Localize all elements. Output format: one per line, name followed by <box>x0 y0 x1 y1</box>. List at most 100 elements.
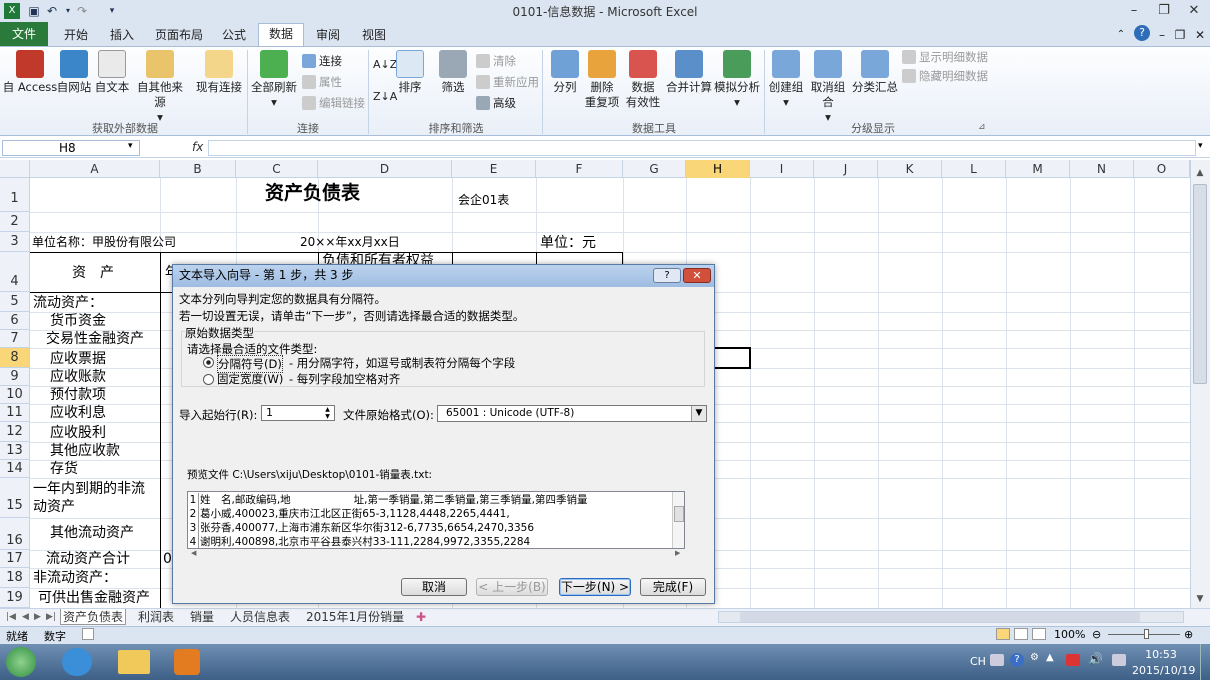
cell-a11[interactable]: 应收利息 <box>50 404 106 422</box>
row-header[interactable]: 5 <box>0 292 30 312</box>
tab-insert[interactable]: 插入 <box>102 25 142 46</box>
column-header[interactable]: A <box>30 160 160 178</box>
workbook-minimize-button[interactable]: – <box>1154 25 1170 46</box>
hide-detail-button[interactable]: 隐藏明细数据 <box>902 67 988 85</box>
row-header-selected[interactable]: 8 <box>0 348 30 368</box>
cell-a6[interactable]: 货币资金 <box>50 312 106 330</box>
column-header[interactable]: B <box>160 160 236 178</box>
tab-page-layout[interactable]: 页面布局 <box>150 25 208 46</box>
cell-a18[interactable]: 非流动资产： <box>33 569 117 587</box>
from-web-button[interactable]: 自网站 <box>56 50 92 95</box>
minimize-button[interactable]: – <box>1122 2 1146 20</box>
expand-formula-bar-icon[interactable]: ▾ <box>1198 141 1203 151</box>
input-language[interactable]: CH <box>970 655 986 668</box>
column-header[interactable]: I <box>750 160 814 178</box>
connections-button[interactable]: 连接 <box>302 52 342 70</box>
preview-vertical-scrollbar[interactable] <box>672 492 684 548</box>
preview-scroll-thumb[interactable] <box>674 506 684 522</box>
row-header[interactable]: 19 <box>0 588 30 608</box>
column-header[interactable]: M <box>1006 160 1070 178</box>
row-header[interactable]: 7 <box>0 330 30 348</box>
back-button[interactable]: < 上一步(B) <box>476 578 548 596</box>
existing-connections-button[interactable]: 现有连接 <box>194 50 244 95</box>
column-header[interactable]: G <box>623 160 686 178</box>
cell-a5[interactable]: 流动资产： <box>33 294 103 312</box>
sheet-nav-first-icon[interactable]: |◀ <box>4 609 18 625</box>
help-tray-icon[interactable]: ? <box>1010 653 1024 667</box>
workbook-close-button[interactable]: ✕ <box>1192 25 1208 46</box>
tray-options-icon[interactable]: ⚙ <box>1030 652 1039 663</box>
file-explorer-icon[interactable] <box>118 650 150 674</box>
zoom-slider-thumb[interactable] <box>1144 629 1149 639</box>
data-validation-button[interactable]: 数据 有效性 <box>622 50 664 110</box>
row-header[interactable]: 4 <box>0 252 30 292</box>
cell-a9[interactable]: 应收账款 <box>50 368 106 386</box>
sheet-tab[interactable]: 利润表 <box>136 609 176 625</box>
tab-view[interactable]: 视图 <box>354 25 394 46</box>
macro-record-icon[interactable] <box>82 628 94 640</box>
row-header[interactable]: 1 <box>0 178 30 212</box>
column-header[interactable]: L <box>942 160 1006 178</box>
row-header[interactable]: 15 <box>0 478 30 518</box>
next-button[interactable]: 下一步(N) > <box>559 578 631 596</box>
network-icon[interactable] <box>1112 654 1126 666</box>
ungroup-button[interactable]: 取消组合 ▾ <box>806 50 850 125</box>
sheet-nav-prev-icon[interactable]: ◀ <box>20 609 31 625</box>
cell-unit[interactable]: 单位：元 <box>540 234 596 252</box>
text-to-columns-button[interactable]: 分列 <box>548 50 582 95</box>
cell-a17[interactable]: 流动资产合计 <box>46 550 130 568</box>
group-button[interactable]: 创建组 ▾ <box>768 50 804 110</box>
preview-scroll-left-icon[interactable]: ◀ <box>191 549 196 557</box>
cell-a19[interactable]: 可供出售金融资产 <box>38 589 150 607</box>
from-text-button[interactable]: 自文本 <box>94 50 130 95</box>
sort-descending-icon[interactable]: Z↓A <box>373 88 397 106</box>
cancel-button[interactable]: 取消 <box>401 578 467 596</box>
row-header[interactable]: 13 <box>0 442 30 460</box>
sheet-tab[interactable]: 人员信息表 <box>228 609 292 625</box>
refresh-all-button[interactable]: 全部刷新 ▾ <box>250 50 298 110</box>
filter-button[interactable]: 筛选 <box>438 50 468 95</box>
zoom-in-icon[interactable]: ⊕ <box>1184 628 1193 641</box>
cell-a10[interactable]: 预付款项 <box>50 386 106 404</box>
help-icon[interactable]: ? <box>1134 25 1150 41</box>
fixed-width-radio[interactable] <box>203 374 214 385</box>
file-origin-dropdown-icon[interactable]: ▼ <box>691 406 706 421</box>
action-center-icon[interactable] <box>1066 654 1080 666</box>
page-layout-view-icon[interactable] <box>1014 628 1028 640</box>
cell-a8[interactable]: 应收票据 <box>50 350 106 368</box>
clock-time[interactable]: 10:53 <box>1136 648 1186 661</box>
cell-a12[interactable]: 应收股利 <box>50 424 106 442</box>
what-if-analysis-button[interactable]: 模拟分析 ▾ <box>714 50 760 110</box>
row-header[interactable]: 12 <box>0 422 30 442</box>
row-header[interactable]: 16 <box>0 518 30 550</box>
cell-a15[interactable]: 一年内到期的非流动资产 <box>33 480 155 516</box>
cell-date[interactable]: 20××年xx月xx日 <box>300 233 400 251</box>
start-row-up-icon[interactable]: ▲ <box>321 406 334 413</box>
show-desktop-button[interactable] <box>1200 644 1210 680</box>
cell-a16[interactable]: 其他流动资产 <box>50 524 134 542</box>
volume-icon[interactable]: 🔊 <box>1088 652 1103 666</box>
fixed-width-option-label[interactable]: 固定宽度(W) <box>217 371 283 387</box>
scroll-up-icon[interactable]: ▲ <box>1193 166 1207 180</box>
sheet-nav-next-icon[interactable]: ▶ <box>32 609 43 625</box>
normal-view-icon[interactable] <box>996 628 1010 640</box>
delimited-radio[interactable] <box>203 357 214 368</box>
preview-scroll-right-icon[interactable]: ▶ <box>675 549 680 557</box>
preview-horizontal-scrollbar[interactable]: ◀ ▶ <box>187 549 685 559</box>
dialog-close-button[interactable]: ✕ <box>683 268 711 283</box>
column-header[interactable]: J <box>814 160 878 178</box>
zoom-level[interactable]: 100% <box>1054 628 1085 641</box>
reapply-filter-button[interactable]: 重新应用 <box>476 73 539 91</box>
tab-data[interactable]: 数据 <box>258 23 304 47</box>
dialog-help-button[interactable]: ? <box>653 268 681 283</box>
page-break-view-icon[interactable] <box>1032 628 1046 640</box>
properties-button[interactable]: 属性 <box>302 73 342 91</box>
cell-asset-header[interactable]: 资 产 <box>72 264 114 282</box>
sheet-tab[interactable]: 销量 <box>188 609 216 625</box>
sheet-title[interactable]: 资产负债表 <box>265 184 360 203</box>
keyboard-icon[interactable] <box>990 654 1004 666</box>
tab-formulas[interactable]: 公式 <box>214 25 254 46</box>
column-header[interactable]: D <box>318 160 452 178</box>
start-row-down-icon[interactable]: ▼ <box>321 413 334 420</box>
row-header[interactable]: 14 <box>0 460 30 478</box>
